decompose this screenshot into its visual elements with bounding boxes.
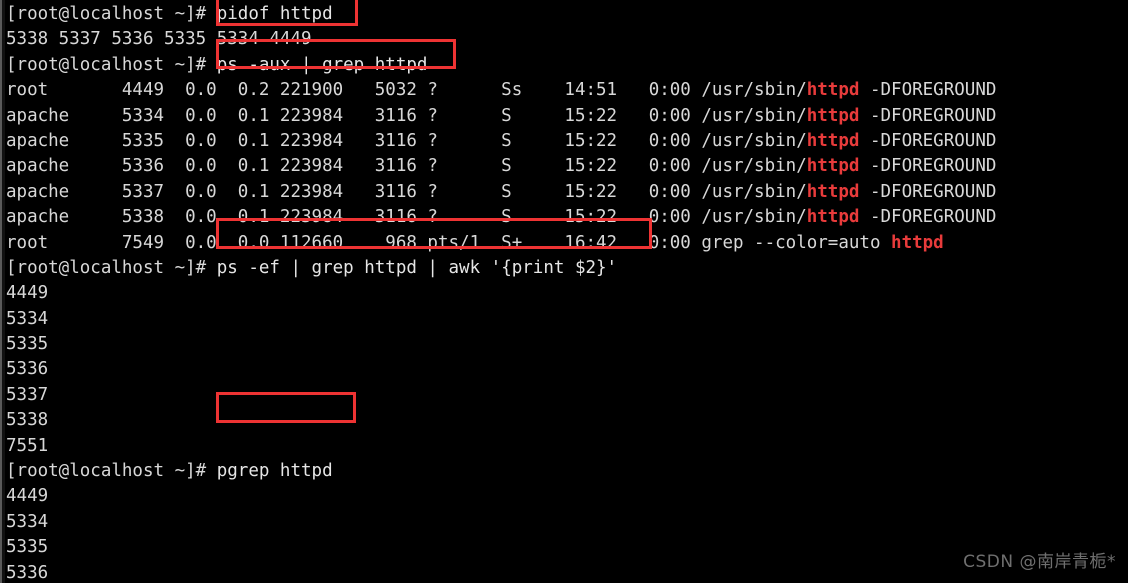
output-text: 5336 xyxy=(6,562,49,583)
process-command-suffix: -DFOREGROUND xyxy=(859,80,997,101)
output-text: 5337 xyxy=(6,384,49,405)
prompt-line: [root@localhost ~]# ps -aux | grep httpd xyxy=(6,53,1128,78)
process-command-suffix: -DFOREGROUND xyxy=(859,156,997,177)
pgrep-pid-line: 5335 xyxy=(6,535,1128,560)
output-text: 5334 xyxy=(6,511,49,532)
window-left-border-inner xyxy=(2,0,5,583)
shell-prompt: [root@localhost ~]# xyxy=(6,461,217,482)
process-row: apache 5336 0.0 0.1 223984 3116 ? S 15:2… xyxy=(6,154,1128,179)
prompt-line: [root@localhost ~]# ps -ef | grep httpd … xyxy=(6,256,1128,281)
awk-pid-line: 4449 xyxy=(6,281,1128,306)
grep-match-highlight: httpd xyxy=(806,207,860,228)
shell-prompt: [root@localhost ~]# xyxy=(6,257,217,278)
process-command-prefix: /usr/sbin/ xyxy=(701,207,807,228)
process-row: apache 5334 0.0 0.1 223984 3116 ? S 15:2… xyxy=(6,104,1128,129)
watermark: CSDN @南岸青栀* xyxy=(963,551,1116,572)
process-command-suffix: -DFOREGROUND xyxy=(859,105,997,126)
pgrep-pid-line: 5334 xyxy=(6,510,1128,535)
process-fields: apache 5334 0.0 0.1 223984 3116 ? S 15:2… xyxy=(6,105,702,126)
output-text: 4449 xyxy=(6,486,49,507)
grep-match-highlight: httpd xyxy=(891,232,944,253)
process-row: root 7549 0.0 0.0 112660 968 pts/1 S+ 16… xyxy=(6,231,1128,256)
process-command-prefix: /usr/sbin/ xyxy=(701,80,807,101)
grep-match-highlight: httpd xyxy=(806,156,860,177)
process-row: apache 5338 0.0 0.1 223984 3116 ? S 15:2… xyxy=(6,205,1128,230)
process-fields: root 4449 0.0 0.2 221900 5032 ? Ss 14:51… xyxy=(6,80,702,101)
process-fields: apache 5336 0.0 0.1 223984 3116 ? S 15:2… xyxy=(6,156,702,177)
awk-pid-line: 5335 xyxy=(6,332,1128,357)
output-text: 5338 5337 5336 5335 5334 4449 xyxy=(6,29,312,50)
awk-pid-line: 5338 xyxy=(6,408,1128,433)
process-command-prefix: /usr/sbin/ xyxy=(701,130,807,151)
awk-pid-line: 7551 xyxy=(6,434,1128,459)
process-fields: root 7549 0.0 0.0 112660 968 pts/1 S+ 16… xyxy=(6,232,702,253)
shell-prompt: [root@localhost ~]# xyxy=(6,54,217,75)
output-text: 5334 xyxy=(6,308,49,329)
command-ps-ef-grep-awk[interactable]: ps -ef | grep httpd | awk '{print $2}' xyxy=(217,258,617,278)
output-text: 5336 xyxy=(6,359,49,380)
prompt-line: [root@localhost ~]# pidof httpd xyxy=(6,2,1128,27)
output-text: 5335 xyxy=(6,334,49,355)
process-fields: apache 5335 0.0 0.1 223984 3116 ? S 15:2… xyxy=(6,130,702,151)
output-text: 7551 xyxy=(6,435,49,456)
terminal-output[interactable]: [root@localhost ~]# pidof httpd 5338 5337… xyxy=(6,2,1128,583)
process-command-suffix: -DFOREGROUND xyxy=(859,130,997,151)
process-command-suffix: -DFOREGROUND xyxy=(859,181,997,202)
output-text: 5335 xyxy=(6,537,49,558)
command-pgrep-httpd[interactable]: pgrep httpd xyxy=(217,461,333,481)
process-command-prefix: /usr/sbin/ xyxy=(701,156,807,177)
process-row: apache 5337 0.0 0.1 223984 3116 ? S 15:2… xyxy=(6,180,1128,205)
grep-match-highlight: httpd xyxy=(806,80,860,101)
terminal-window[interactable]: [root@localhost ~]# pidof httpd 5338 5337… xyxy=(0,0,1128,583)
process-row: root 4449 0.0 0.2 221900 5032 ? Ss 14:51… xyxy=(6,78,1128,103)
awk-pid-line: 5336 xyxy=(6,357,1128,382)
pidof-output-line: 5338 5337 5336 5335 5334 4449 xyxy=(6,27,1128,52)
awk-pid-line: 5337 xyxy=(6,383,1128,408)
process-fields: apache 5337 0.0 0.1 223984 3116 ? S 15:2… xyxy=(6,181,702,202)
output-text: 5338 xyxy=(6,410,49,431)
process-command-prefix: /usr/sbin/ xyxy=(701,105,807,126)
grep-match-highlight: httpd xyxy=(806,130,860,151)
process-command-prefix: grep --color=auto xyxy=(701,232,892,253)
output-text: 4449 xyxy=(6,283,49,304)
process-command-suffix: -DFOREGROUND xyxy=(859,207,997,228)
process-command-prefix: /usr/sbin/ xyxy=(701,181,807,202)
command-pidof-httpd[interactable]: pidof httpd xyxy=(217,4,333,24)
prompt-line: [root@localhost ~]# pgrep httpd xyxy=(6,459,1128,484)
command-ps-aux-grep-httpd[interactable]: ps -aux | grep httpd xyxy=(217,55,428,75)
grep-match-highlight: httpd xyxy=(806,181,860,202)
shell-prompt: [root@localhost ~]# xyxy=(6,4,217,24)
process-fields: apache 5338 0.0 0.1 223984 3116 ? S 15:2… xyxy=(6,207,702,228)
awk-pid-line: 5334 xyxy=(6,307,1128,332)
process-row: apache 5335 0.0 0.1 223984 3116 ? S 15:2… xyxy=(6,129,1128,154)
grep-match-highlight: httpd xyxy=(806,105,860,126)
pgrep-pid-line: 4449 xyxy=(6,484,1128,509)
pgrep-pid-line: 5336 xyxy=(6,561,1128,583)
